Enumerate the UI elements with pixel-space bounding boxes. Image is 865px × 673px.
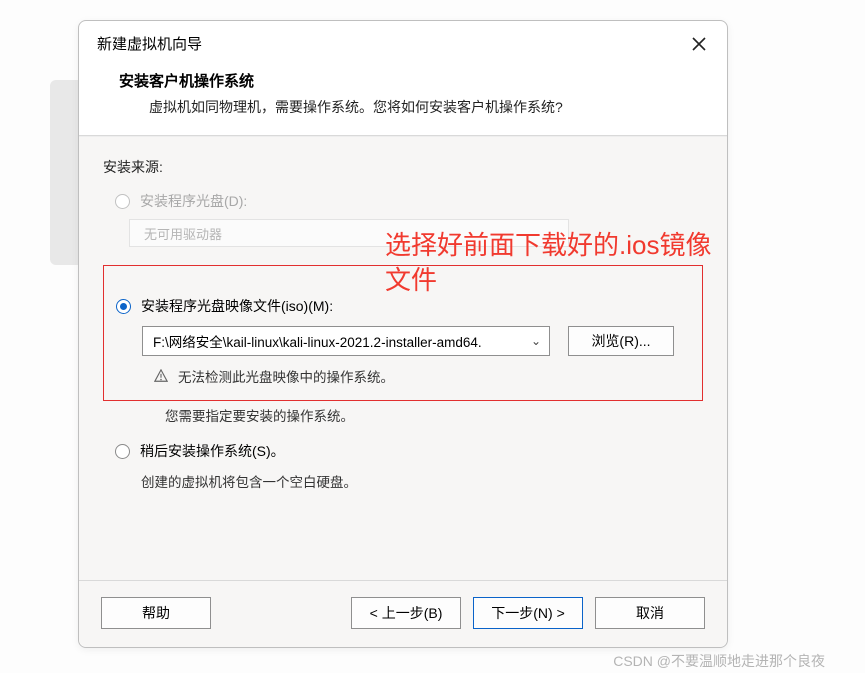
radio-icon xyxy=(115,444,130,459)
cancel-button[interactable]: 取消 xyxy=(595,597,705,629)
browse-button[interactable]: 浏览(R)... xyxy=(568,326,674,356)
chevron-down-icon: ⌄ xyxy=(531,334,541,348)
iso-note: 您需要指定要安装的操作系统。 xyxy=(165,405,703,425)
watermark: CSDN @不要温顺地走进那个良夜 xyxy=(613,651,825,671)
iso-warning-text: 无法检测此光盘映像中的操作系统。 xyxy=(178,366,394,386)
radio-iso-label: 安装程序光盘映像文件(iso)(M): xyxy=(141,296,333,316)
wizard-dialog: 新建虚拟机向导 安装客户机操作系统 虚拟机如同物理机，需要操作系统。您将如何安装… xyxy=(78,20,728,648)
radio-later-label: 稍后安装操作系统(S)。 xyxy=(140,441,285,461)
close-icon xyxy=(692,37,706,51)
back-button-label: < 上一步(B) xyxy=(370,603,443,623)
help-button-label: 帮助 xyxy=(142,603,170,623)
help-button[interactable]: 帮助 xyxy=(101,597,211,629)
next-button-label: 下一步(N) > xyxy=(491,603,565,623)
title-bar: 新建虚拟机向导 xyxy=(79,21,727,64)
dialog-body: 安装来源: 安装程序光盘(D): 无可用驱动器 安装程序光盘映像文件(iso)(… xyxy=(79,136,727,580)
annotation-highlight: 安装程序光盘映像文件(iso)(M): F:\网络安全\kail-linux\k… xyxy=(103,265,703,401)
close-button[interactable] xyxy=(689,34,709,54)
iso-path-value: F:\网络安全\kail-linux\kali-linux-2021.2-ins… xyxy=(153,331,482,351)
radio-disc-label: 安装程序光盘(D): xyxy=(140,191,247,211)
header-block: 安装客户机操作系统 虚拟机如同物理机，需要操作系统。您将如何安装客户机操作系统? xyxy=(79,64,727,136)
radio-icon xyxy=(116,299,131,314)
disc-drive-placeholder: 无可用驱动器 xyxy=(144,224,222,243)
radio-icon xyxy=(115,194,130,209)
iso-path-combo[interactable]: F:\网络安全\kail-linux\kali-linux-2021.2-ins… xyxy=(142,326,550,356)
radio-iso[interactable]: 安装程序光盘映像文件(iso)(M): xyxy=(116,296,690,316)
browse-button-label: 浏览(R)... xyxy=(591,331,650,351)
page-subheading: 虚拟机如同物理机，需要操作系统。您将如何安装客户机操作系统? xyxy=(119,97,687,117)
radio-later[interactable]: 稍后安装操作系统(S)。 xyxy=(115,441,703,461)
next-button[interactable]: 下一步(N) > xyxy=(473,597,583,629)
cancel-button-label: 取消 xyxy=(636,603,664,623)
disc-drive-combo: 无可用驱动器 xyxy=(129,219,569,247)
back-button[interactable]: < 上一步(B) xyxy=(351,597,461,629)
dialog-footer: 帮助 < 上一步(B) 下一步(N) > 取消 xyxy=(79,580,727,647)
warning-icon xyxy=(154,369,168,383)
dialog-title: 新建虚拟机向导 xyxy=(97,33,202,54)
radio-disc: 安装程序光盘(D): xyxy=(115,191,703,211)
later-note: 创建的虚拟机将包含一个空白硬盘。 xyxy=(141,471,703,491)
page-heading: 安装客户机操作系统 xyxy=(119,70,687,91)
iso-warning: 无法检测此光盘映像中的操作系统。 xyxy=(154,366,690,386)
source-label: 安装来源: xyxy=(103,157,703,177)
